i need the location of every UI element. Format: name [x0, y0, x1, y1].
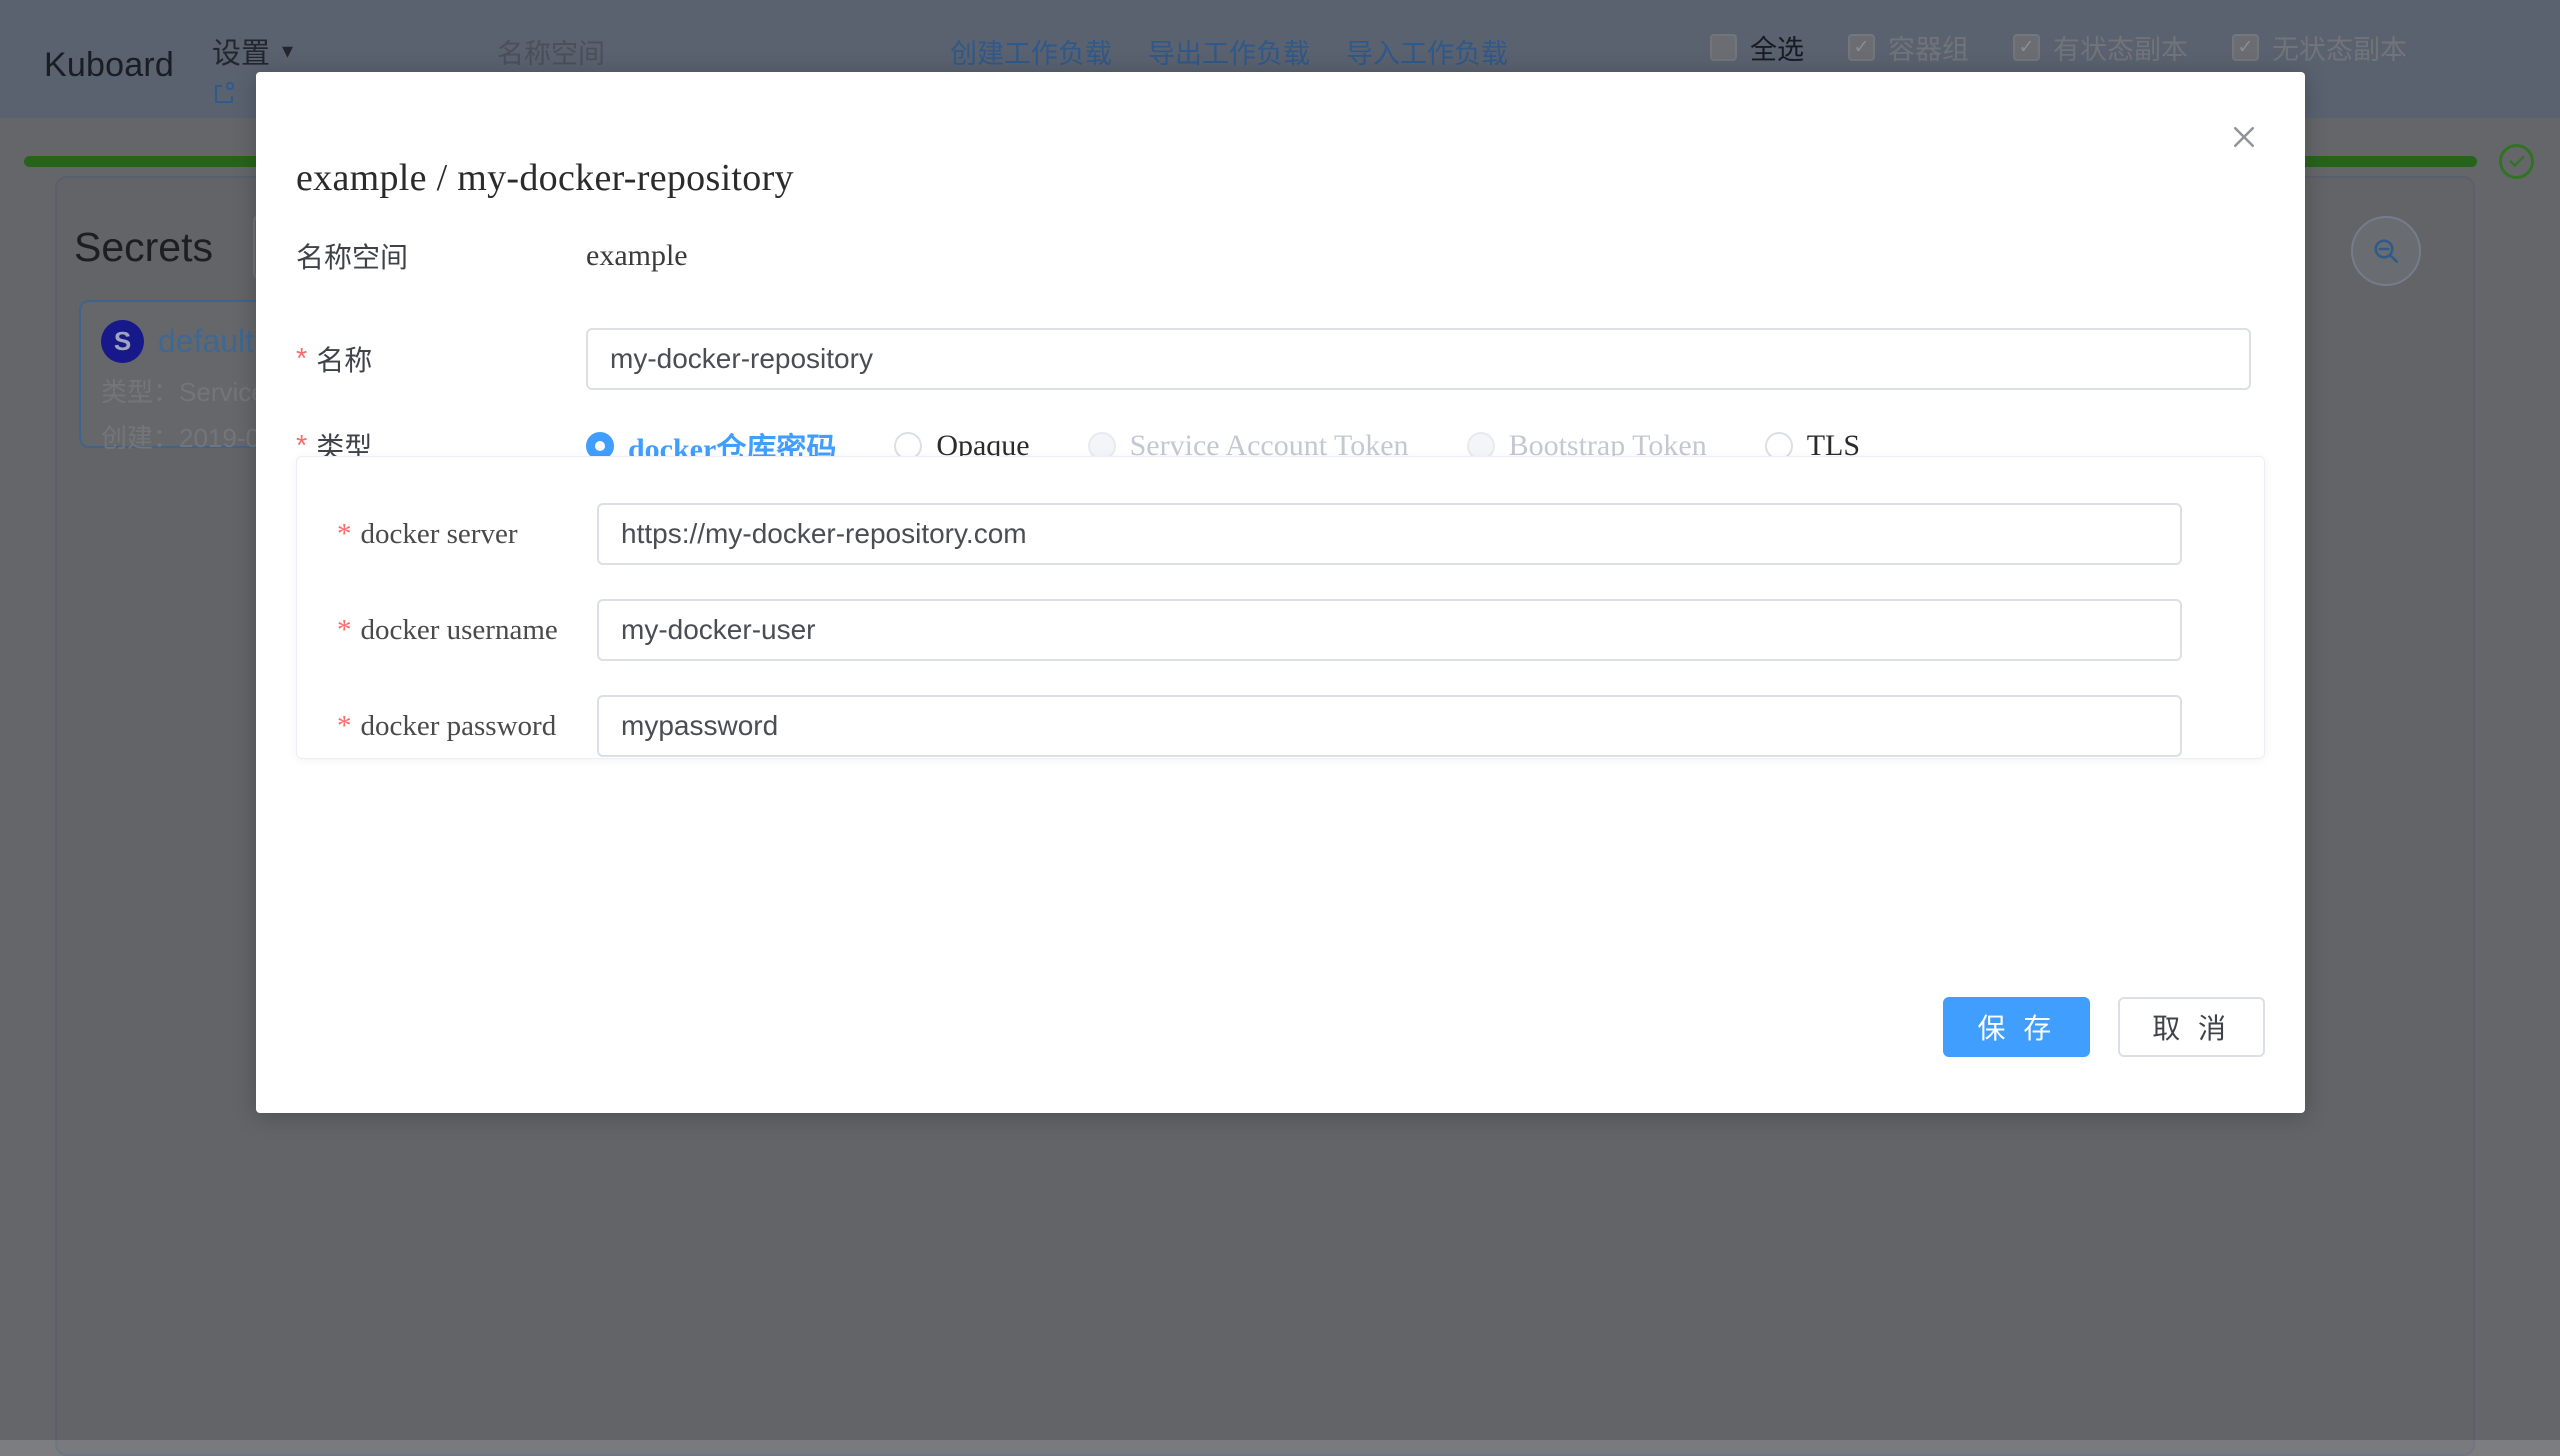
form-row-name: * 名称 my-docker-repository: [256, 328, 2305, 390]
namespace-value: example: [586, 232, 688, 280]
required-asterisk-icon: *: [337, 616, 352, 645]
required-asterisk-icon: *: [337, 520, 352, 549]
secret-edit-dialog: example / my-docker-repository 名称空间 exam…: [256, 72, 2305, 1113]
page-root: Kuboard 设置 ▾ 名称空间 创建工作负载 导出工作负载 导入工作负载 全…: [0, 0, 2560, 1440]
name-label: * 名称: [256, 328, 586, 390]
close-icon: [2229, 122, 2259, 152]
required-asterisk-icon: *: [296, 345, 307, 374]
docker-password-label: * docker password: [297, 695, 597, 757]
docker-server-input[interactable]: https://my-docker-repository.com: [597, 503, 2182, 565]
dialog-title: example / my-docker-repository: [296, 156, 794, 200]
docker-server-label: * docker server: [297, 503, 597, 565]
dialog-actions: 保 存 取 消: [1943, 997, 2265, 1057]
close-button[interactable]: [2225, 118, 2263, 156]
docker-password-label-text: docker password: [361, 710, 557, 743]
namespace-label-text: 名称空间: [296, 236, 408, 276]
name-label-text: 名称: [316, 339, 372, 379]
docker-username-label-text: docker username: [361, 614, 558, 647]
docker-credentials-panel: * docker server https://my-docker-reposi…: [296, 456, 2265, 759]
form-row-docker-username: * docker username my-docker-user: [297, 599, 2264, 661]
docker-username-label: * docker username: [297, 599, 597, 661]
name-input[interactable]: my-docker-repository: [586, 328, 2251, 390]
docker-password-input[interactable]: mypassword: [597, 695, 2182, 757]
namespace-label: 名称空间: [256, 232, 586, 280]
cancel-button[interactable]: 取 消: [2118, 997, 2265, 1057]
save-button[interactable]: 保 存: [1943, 997, 2090, 1057]
form-row-namespace: 名称空间 example: [256, 232, 2305, 280]
docker-server-label-text: docker server: [361, 518, 518, 551]
docker-username-input[interactable]: my-docker-user: [597, 599, 2182, 661]
form-row-docker-password: * docker password mypassword: [297, 695, 2264, 757]
form-row-docker-server: * docker server https://my-docker-reposi…: [297, 503, 2264, 565]
required-asterisk-icon: *: [337, 712, 352, 741]
